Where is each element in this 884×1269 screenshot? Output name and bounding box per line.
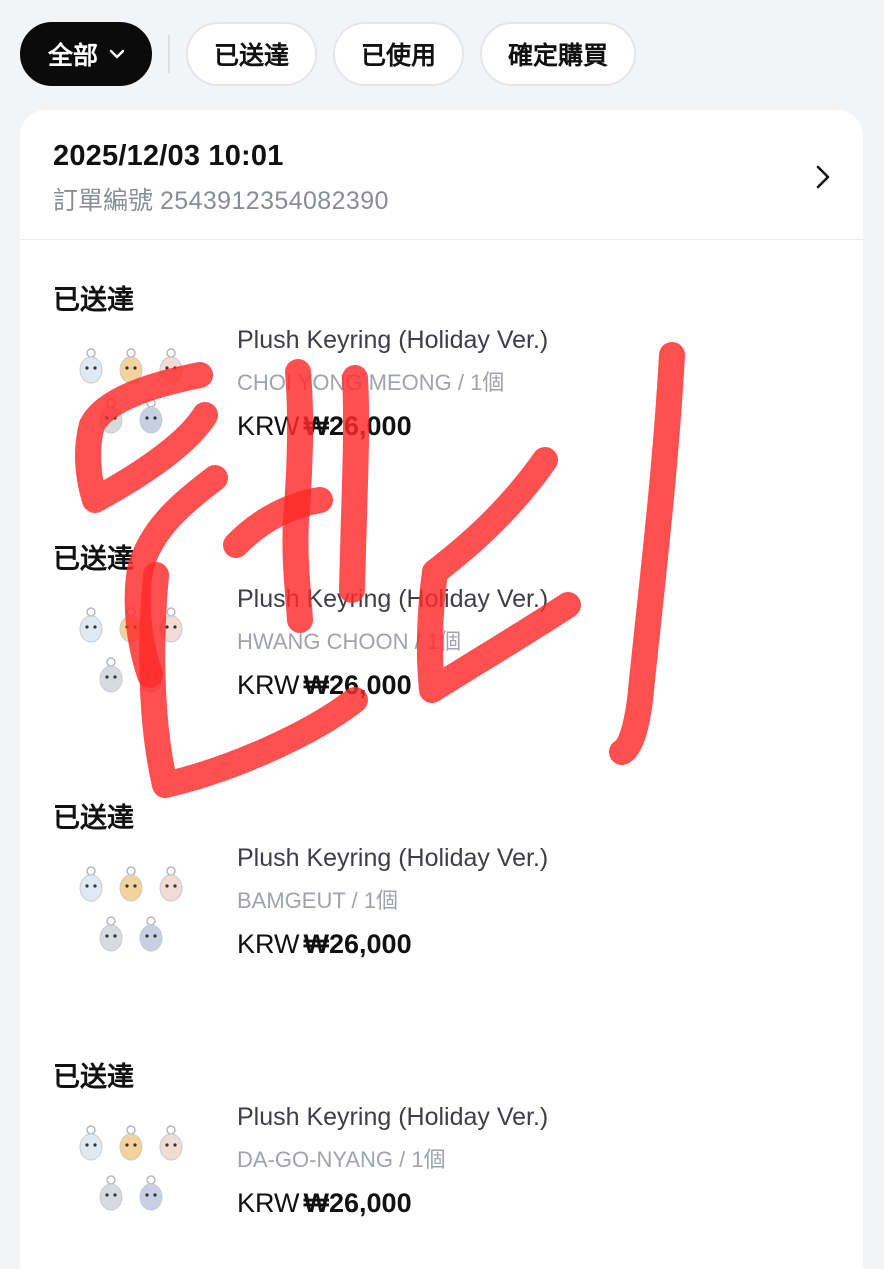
order-card: 2025/12/03 10:01 訂單編號 2543912354082390 已…: [20, 110, 863, 1269]
order-item[interactable]: 已送達 Plush Keyring (Holiday Ver.) BAMGEUT…: [53, 796, 833, 959]
filter-delivered-chip[interactable]: 已送達: [186, 22, 318, 86]
item-currency: KRW: [237, 929, 300, 959]
item-variant: DA-GO-NYANG / 1個: [237, 1147, 446, 1172]
filter-divider: [168, 35, 171, 73]
item-currency: KRW: [237, 1188, 300, 1218]
item-variant: CHOI YONG MEONG / 1個: [237, 370, 505, 395]
order-item[interactable]: 已送達 Plush Keyring (Holiday Ver.) CHOI YO…: [53, 278, 833, 441]
item-amount: ₩26,000: [303, 929, 412, 959]
item-variant: HWANG CHOON / 1個: [237, 629, 462, 654]
item-amount: ₩26,000: [303, 670, 412, 700]
order-datetime: 2025/12/03 10:01: [53, 140, 284, 172]
keyring-plush-image: [79, 866, 183, 952]
keyring-plush-image: [79, 348, 183, 434]
item-currency: KRW: [237, 670, 300, 700]
item-info: Plush Keyring (Holiday Ver.) CHOI YONG M…: [237, 326, 548, 442]
item-amount: ₩26,000: [303, 1188, 412, 1218]
chevron-right-icon[interactable]: [811, 162, 835, 192]
item-status: 已送達: [53, 285, 134, 315]
item-price: KRW ₩26,000: [237, 411, 548, 442]
item-name: Plush Keyring (Holiday Ver.): [237, 326, 549, 354]
filter-confirm-purchase-chip[interactable]: 確定購買: [480, 22, 637, 86]
filter-all-label: 全部: [48, 42, 99, 70]
item-status: 已送達: [53, 544, 134, 574]
item-amount: ₩26,000: [303, 411, 412, 441]
item-name: Plush Keyring (Holiday Ver.): [237, 1103, 549, 1131]
item-price: KRW ₩26,000: [237, 929, 548, 960]
order-item[interactable]: 已送達 Plush Keyring (Holiday Ver.) HWANG C…: [53, 537, 833, 700]
item-price: KRW ₩26,000: [237, 1188, 548, 1219]
item-variant: BAMGEUT / 1個: [237, 888, 398, 913]
order-header[interactable]: 2025/12/03 10:01 訂單編號 2543912354082390: [20, 110, 863, 240]
item-status: 已送達: [53, 803, 134, 833]
keyring-plush-image: [79, 607, 183, 693]
chevron-down-icon: [109, 49, 125, 59]
item-info: Plush Keyring (Holiday Ver.) HWANG CHOON…: [237, 585, 548, 701]
filter-used-chip[interactable]: 已使用: [333, 22, 465, 86]
item-info: Plush Keyring (Holiday Ver.) DA-GO-NYANG…: [237, 1103, 548, 1219]
item-price: KRW ₩26,000: [237, 670, 548, 701]
keyring-plush-image: [79, 1125, 183, 1211]
order-number: 2543912354082390: [159, 187, 389, 215]
filter-bar: 全部 已送達 已使用 確定購買: [20, 22, 637, 86]
item-currency: KRW: [237, 411, 300, 441]
order-number-row: 訂單編號 2543912354082390: [53, 181, 863, 217]
order-number-label: 訂單編號: [53, 187, 154, 215]
item-name: Plush Keyring (Holiday Ver.): [237, 585, 549, 613]
item-name: Plush Keyring (Holiday Ver.): [237, 844, 549, 872]
filter-all-dropdown[interactable]: 全部: [20, 22, 153, 86]
item-status: 已送達: [53, 1062, 134, 1092]
order-item[interactable]: 已送達 Plush Keyring (Holiday Ver.) DA-GO-N…: [53, 1055, 833, 1218]
item-info: Plush Keyring (Holiday Ver.) BAMGEUT / 1…: [237, 844, 548, 960]
